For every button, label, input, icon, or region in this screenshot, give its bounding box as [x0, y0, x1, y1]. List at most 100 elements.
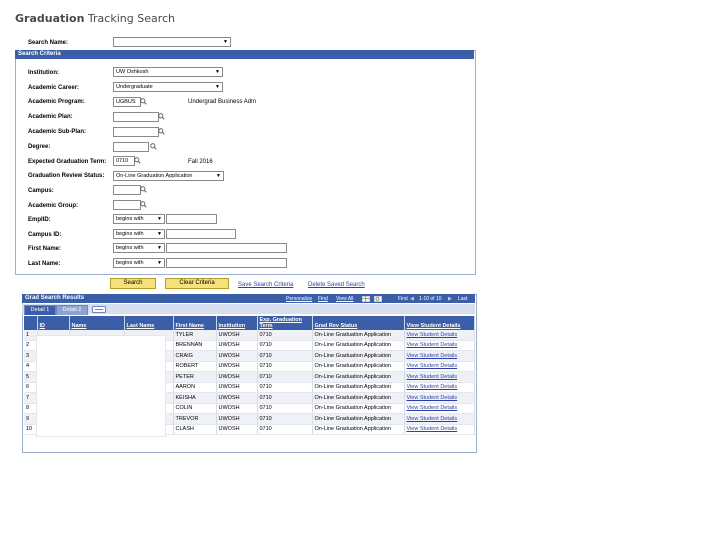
save-search-criteria-link[interactable]: Save Search Criteria — [238, 282, 293, 288]
graduation-review-status-value: On-Line Graduation Application — [116, 173, 193, 179]
academic-group-input[interactable] — [113, 200, 141, 210]
institution: UWOSH — [216, 413, 258, 425]
institution: UWOSH — [216, 330, 258, 341]
first-name: ROBERT — [173, 361, 217, 372]
magnifier-icon[interactable] — [140, 201, 147, 208]
academic-career-select[interactable]: Undergraduate ▼ — [113, 82, 223, 92]
column-header-first-name[interactable]: First Name — [173, 316, 217, 330]
redacted-area — [36, 335, 166, 437]
emplid-operator-select[interactable]: begins with ▼ — [113, 214, 165, 224]
institution: UWOSH — [216, 403, 258, 414]
academic-program-input[interactable]: UGBUS — [113, 97, 141, 107]
magnifier-icon[interactable] — [134, 157, 141, 164]
view-student-details-link[interactable]: View Student Details — [404, 350, 475, 362]
exp-graduation-term: 0710 — [257, 330, 313, 341]
chevron-down-icon: ▼ — [157, 231, 162, 237]
search-criteria-header: Search Criteria — [15, 50, 474, 59]
grad-rev-status: On-Line Graduation Application — [312, 340, 405, 351]
first-name: TYLER — [173, 330, 217, 341]
search-button[interactable]: Search — [110, 278, 156, 289]
magnifier-icon[interactable] — [140, 186, 147, 193]
view-student-details-link[interactable]: View Student Details — [404, 330, 475, 341]
first-name: AARON — [173, 382, 217, 393]
academic-plan-label: Academic Plan: — [28, 114, 73, 120]
magnifier-icon[interactable] — [158, 113, 165, 120]
first-name-operator-value: begins with — [116, 245, 144, 251]
graduation-review-status-select[interactable]: On-Line Graduation Application ▼ — [113, 171, 224, 181]
academic-subplan-input[interactable] — [113, 127, 159, 137]
institution-select[interactable]: UW Oshkosh ▼ — [113, 67, 223, 77]
grad-rev-status: On-Line Graduation Application — [312, 392, 405, 404]
view-student-details-link[interactable]: View Student Details — [404, 424, 475, 435]
academic-career-label: Academic Career: — [28, 85, 80, 91]
show-all-columns-icon[interactable] — [92, 306, 106, 313]
campus-id-operator-select[interactable]: begins with ▼ — [113, 229, 165, 239]
emplid-input[interactable] — [166, 214, 217, 224]
tab-detail-1[interactable]: Detail 1 — [24, 305, 56, 315]
last-name-label: Last Name: — [28, 261, 61, 267]
search-name-select[interactable]: ▼ — [113, 37, 231, 47]
download-grid-icon[interactable] — [362, 296, 370, 302]
grad-rev-status: On-Line Graduation Application — [312, 382, 405, 393]
magnifier-icon[interactable] — [140, 98, 147, 105]
first-link[interactable]: First — [398, 296, 408, 302]
first-name-operator-select[interactable]: begins with ▼ — [113, 243, 165, 253]
column-header-last-name[interactable]: Last Name — [124, 316, 174, 330]
prev-arrow-icon[interactable]: ◀ — [410, 296, 414, 302]
exp-graduation-term: 0710 — [257, 361, 313, 372]
page-title-rest: Tracking Search — [84, 12, 175, 25]
academic-career-value: Undergraduate — [116, 84, 153, 90]
column-header-view-student-details[interactable]: View Student Details — [404, 316, 475, 330]
exp-graduation-term: 0710 — [257, 382, 313, 393]
view-student-details-link[interactable]: View Student Details — [404, 371, 475, 383]
first-name: KEISHA — [173, 392, 217, 404]
institution: UWOSH — [216, 350, 258, 362]
view-student-details-link[interactable]: View Student Details — [404, 361, 475, 372]
first-name-input[interactable] — [166, 243, 287, 253]
view-student-details-link[interactable]: View Student Details — [404, 413, 475, 425]
tab-detail-2[interactable]: Detail 2 — [56, 305, 88, 315]
first-name: TREVOR — [173, 413, 217, 425]
exp-graduation-term: 0710 — [257, 413, 313, 425]
campus-id-label: Campus ID: — [28, 232, 62, 238]
institution: UWOSH — [216, 340, 258, 351]
last-name-operator-select[interactable]: begins with ▼ — [113, 258, 165, 268]
find-link[interactable]: Find — [318, 296, 328, 302]
academic-program-description: Undergrad Business Adm — [188, 99, 257, 105]
column-header-id[interactable]: ID — [37, 316, 70, 330]
academic-plan-input[interactable] — [113, 112, 159, 122]
campus-input[interactable] — [113, 185, 141, 195]
magnifier-icon[interactable] — [158, 128, 165, 135]
institution: UWOSH — [216, 361, 258, 372]
zoom-grid-icon[interactable] — [374, 296, 382, 302]
view-student-details-link[interactable]: View Student Details — [404, 382, 475, 393]
view-student-details-link[interactable]: View Student Details — [404, 392, 475, 404]
first-name: BRENNAN — [173, 340, 217, 351]
next-arrow-icon[interactable]: ▶ — [448, 296, 452, 302]
degree-input[interactable] — [113, 142, 149, 152]
campus-id-input[interactable] — [166, 229, 236, 239]
expected-graduation-term-description: Fall 2016 — [188, 159, 213, 165]
column-header-exp-graduation-term[interactable]: Exp. Graduation Term — [257, 316, 313, 330]
column-header-name[interactable]: Name — [69, 316, 125, 330]
personalize-link[interactable]: Personalize — [286, 296, 312, 302]
grad-rev-status: On-Line Graduation Application — [312, 403, 405, 414]
view-student-details-link[interactable]: View Student Details — [404, 340, 475, 351]
expected-graduation-term-input[interactable]: 0710 — [113, 156, 135, 166]
column-header-institution[interactable]: Institution — [216, 316, 258, 330]
view-student-details-link[interactable]: View Student Details — [404, 403, 475, 414]
chevron-down-icon: ▼ — [215, 69, 220, 75]
institution-value: UW Oshkosh — [116, 69, 149, 75]
clear-criteria-button[interactable]: Clear Criteria — [165, 278, 229, 289]
column-header-grad-rev-status[interactable]: Grad Rev Status — [312, 316, 405, 330]
last-name-input[interactable] — [166, 258, 287, 268]
grad-rev-status: On-Line Graduation Application — [312, 361, 405, 372]
last-link[interactable]: Last — [458, 296, 467, 302]
delete-saved-search-link[interactable]: Delete Saved Search — [308, 282, 365, 288]
magnifier-icon[interactable] — [150, 143, 157, 150]
view-all-link[interactable]: View All — [336, 296, 353, 302]
academic-group-label: Academic Group: — [28, 203, 79, 209]
institution: UWOSH — [216, 392, 258, 404]
first-name: COLIN — [173, 403, 217, 414]
expected-graduation-term-label: Expected Graduation Term: — [28, 159, 107, 165]
